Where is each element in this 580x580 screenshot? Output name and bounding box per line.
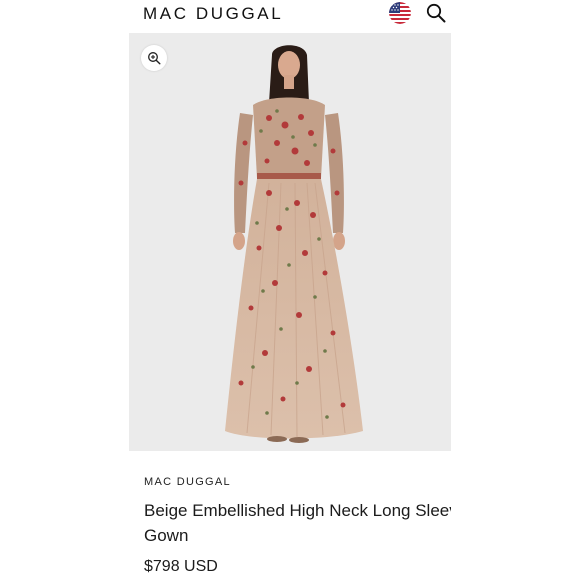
us-flag-icon[interactable] [389,2,411,24]
search-icon[interactable] [426,3,446,23]
dress-photo [225,45,363,443]
product-brand[interactable]: MAC DUGGAL [144,476,231,488]
zoom-in-icon[interactable] [141,45,167,71]
product-price: $798 USD [144,558,218,575]
site-header: MAC DUGGAL [0,0,580,30]
product-image[interactable] [129,33,451,451]
brand-logo[interactable]: MAC DUGGAL [143,4,283,24]
product-title: Beige Embellished High Neck Long Sleeve … [144,501,451,545]
product-title-container: Beige Embellished High Neck Long Sleeve … [144,498,451,548]
